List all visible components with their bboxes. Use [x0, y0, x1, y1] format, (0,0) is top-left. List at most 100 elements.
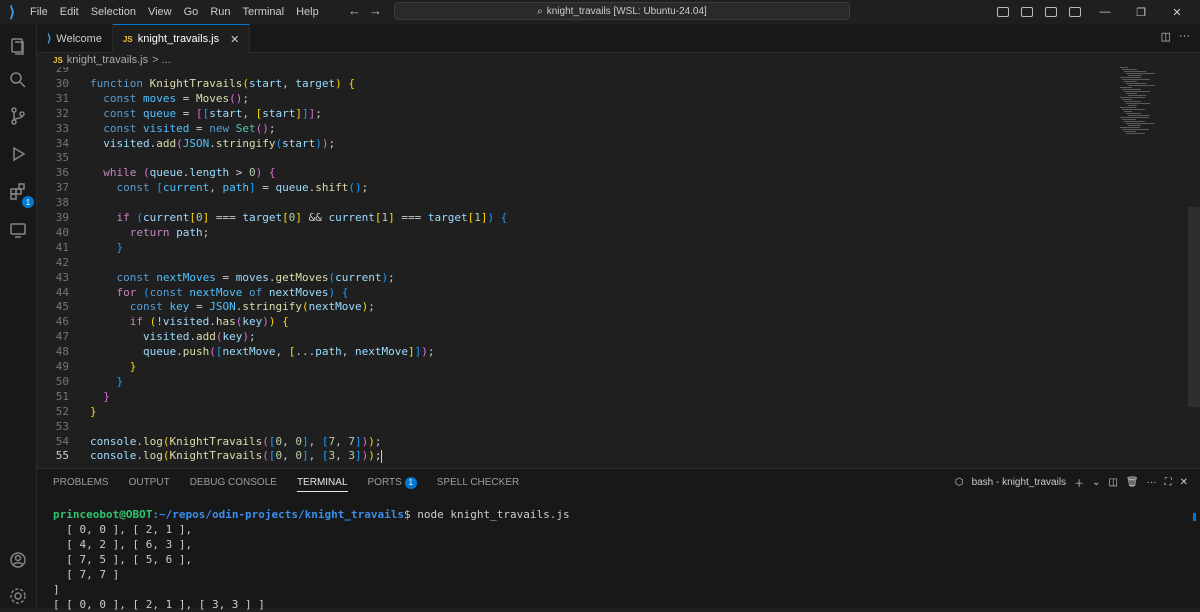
minimap-line [1124, 101, 1141, 102]
remote-explorer-icon[interactable] [6, 218, 30, 242]
code-line[interactable]: 49 } [37, 359, 1117, 374]
minimap[interactable] [1120, 67, 1188, 147]
tab-welcome[interactable]: ⟩ Welcome [37, 24, 113, 53]
menu-item-terminal[interactable]: Terminal [237, 6, 291, 18]
code-line[interactable]: 39 if (current[0] === target[0] && curre… [37, 210, 1117, 225]
source-control-icon[interactable] [6, 104, 30, 128]
restore-icon[interactable]: ❐ [1126, 6, 1156, 19]
tab-knight-travails[interactable]: JS knight_travails.js ✕ [112, 24, 251, 53]
account-icon[interactable] [6, 548, 30, 572]
close-tab-icon[interactable]: ✕ [230, 33, 239, 46]
minimap-line [1128, 105, 1137, 106]
extensions-icon[interactable]: 1 [6, 180, 34, 208]
menu-item-view[interactable]: View [142, 6, 178, 18]
code-line[interactable]: 55 console.log(KnightTravails([0, 0], [3,… [37, 448, 1117, 463]
panel-tab-ports[interactable]: PORTS 1 [368, 477, 417, 492]
forward-arrow-icon[interactable]: → [369, 3, 390, 18]
window-controls: — ❐ ✕ [994, 0, 1200, 24]
trash-icon[interactable]: 🗑 [1126, 477, 1139, 488]
close-panel-icon[interactable]: ✕ [1180, 477, 1188, 488]
code-text: } [116, 374, 124, 388]
line-number: 54 [55, 434, 69, 448]
code-line[interactable]: 52} [37, 404, 1117, 419]
editor-actions: ◫ ··· [1161, 30, 1190, 43]
code-line[interactable]: 29 [37, 67, 1117, 76]
menu-item-file[interactable]: File [24, 6, 54, 18]
run-debug-icon[interactable] [6, 142, 30, 166]
code-line[interactable]: 43 const nextMoves = moves.getMoves(curr… [37, 270, 1117, 285]
code-line[interactable]: 35 [37, 150, 1117, 165]
menu-item-selection[interactable]: Selection [85, 6, 142, 18]
scrollbar-thumb[interactable] [1188, 207, 1200, 407]
more-actions-icon[interactable]: ··· [1147, 477, 1157, 488]
code-text: console.log(KnightTravails([0, 0], [3, 3… [90, 449, 383, 463]
panel-tab-terminal[interactable]: TERMINAL [296, 477, 348, 492]
terminal-output-line: [ 4, 2 ], [ 6, 3 ], [53, 538, 193, 551]
split-editor-icon[interactable]: ◫ [1161, 30, 1171, 43]
nav-arrows[interactable]: ←→ [348, 3, 390, 18]
code-text: } [103, 389, 110, 403]
toggle-sidebar-icon[interactable] [1021, 7, 1033, 17]
chevron-down-icon[interactable]: ⌄ [1092, 477, 1100, 488]
line-number: 44 [55, 285, 69, 299]
line-number: 32 [55, 106, 69, 120]
code-line[interactable]: 50 } [37, 374, 1117, 389]
terminal-scrollbar[interactable] [1193, 513, 1196, 521]
line-number: 42 [55, 255, 69, 269]
line-number: 50 [55, 374, 69, 388]
minimize-icon[interactable]: — [1090, 6, 1120, 18]
minimap-line [1124, 131, 1136, 132]
search-icon[interactable] [6, 68, 30, 92]
terminal-name[interactable]: bash - knight_travails [972, 477, 1067, 488]
code-line[interactable]: 44 for (const nextMove of nextMoves) { [37, 285, 1117, 300]
breadcrumb-rest[interactable]: > ... [152, 54, 171, 66]
panel-tab-problems[interactable]: PROBLEMS [53, 477, 109, 492]
code-line[interactable]: 32 const queue = [[start, [start]]]; [37, 106, 1117, 121]
editor-scrollbar[interactable] [1188, 67, 1200, 467]
code-line[interactable]: 30 function KnightTravails(start, target)… [37, 76, 1117, 91]
code-line[interactable]: 53 [37, 419, 1117, 434]
terminal-output[interactable]: princeobot@OBOT:~/repos/odin-projects/kn… [53, 507, 570, 612]
code-line[interactable]: 38 [37, 195, 1117, 210]
more-actions-icon[interactable]: ··· [1179, 30, 1190, 43]
explorer-icon[interactable] [6, 34, 30, 58]
minimap-line [1120, 87, 1132, 88]
panel-tab-debug-console[interactable]: DEBUG CONSOLE [190, 477, 277, 492]
code-line[interactable]: 46 if (!visited.has(key)) { [37, 314, 1117, 329]
code-line[interactable]: 33 const visited = new Set(); [37, 121, 1117, 136]
layout-icon[interactable] [997, 7, 1009, 17]
settings-gear-icon[interactable] [6, 584, 30, 608]
minimap-line [1122, 109, 1145, 110]
code-line[interactable]: 36 while (queue.length > 0) { [37, 165, 1117, 180]
new-terminal-icon[interactable]: ＋ [1074, 475, 1084, 490]
toggle-secondary-sidebar-icon[interactable] [1069, 7, 1081, 17]
minimap-line [1126, 83, 1146, 84]
menu-item-help[interactable]: Help [290, 6, 325, 18]
code-line[interactable]: 31 const moves = Moves(); [37, 91, 1117, 106]
menu-item-edit[interactable]: Edit [54, 6, 85, 18]
code-editor[interactable]: 29 30 function KnightTravails(start, targe… [37, 67, 1200, 467]
code-line[interactable]: 47 visited.add(key); [37, 329, 1117, 344]
close-window-icon[interactable]: ✕ [1162, 6, 1192, 19]
code-text: visited.add(key); [142, 330, 256, 344]
command-center[interactable]: ⌕ knight_travails [WSL: Ubuntu-24.04] [394, 2, 850, 20]
code-text: } [116, 240, 124, 254]
code-line[interactable]: 48 queue.push([nextMove, [...path, nextM… [37, 344, 1117, 359]
code-line[interactable]: 37 const [current, path] = queue.shift()… [37, 180, 1117, 195]
back-arrow-icon[interactable]: ← [348, 3, 369, 18]
menu-item-run[interactable]: Run [204, 6, 236, 18]
code-line[interactable]: 51 } [37, 389, 1117, 404]
code-line[interactable]: 34 visited.add(JSON.stringify(start)); [37, 136, 1117, 151]
toggle-panel-icon[interactable] [1045, 7, 1057, 17]
breadcrumb-file[interactable]: knight_travails.js [67, 54, 148, 66]
code-line[interactable]: 42 [37, 255, 1117, 270]
panel-tab-spell-checker[interactable]: SPELL CHECKER [437, 477, 519, 492]
maximize-panel-icon[interactable]: ⛶ [1165, 477, 1172, 488]
menu-item-go[interactable]: Go [178, 6, 205, 18]
code-line[interactable]: 41 } [37, 240, 1117, 255]
code-line[interactable]: 40 return path; [37, 225, 1117, 240]
code-line[interactable]: 45 const key = JSON.stringify(nextMove); [37, 299, 1117, 314]
split-terminal-icon[interactable]: ◫ [1108, 477, 1117, 488]
panel-tab-output[interactable]: OUTPUT [129, 477, 170, 492]
code-line[interactable]: 54 console.log(KnightTravails([0, 0], [7,… [37, 434, 1117, 449]
